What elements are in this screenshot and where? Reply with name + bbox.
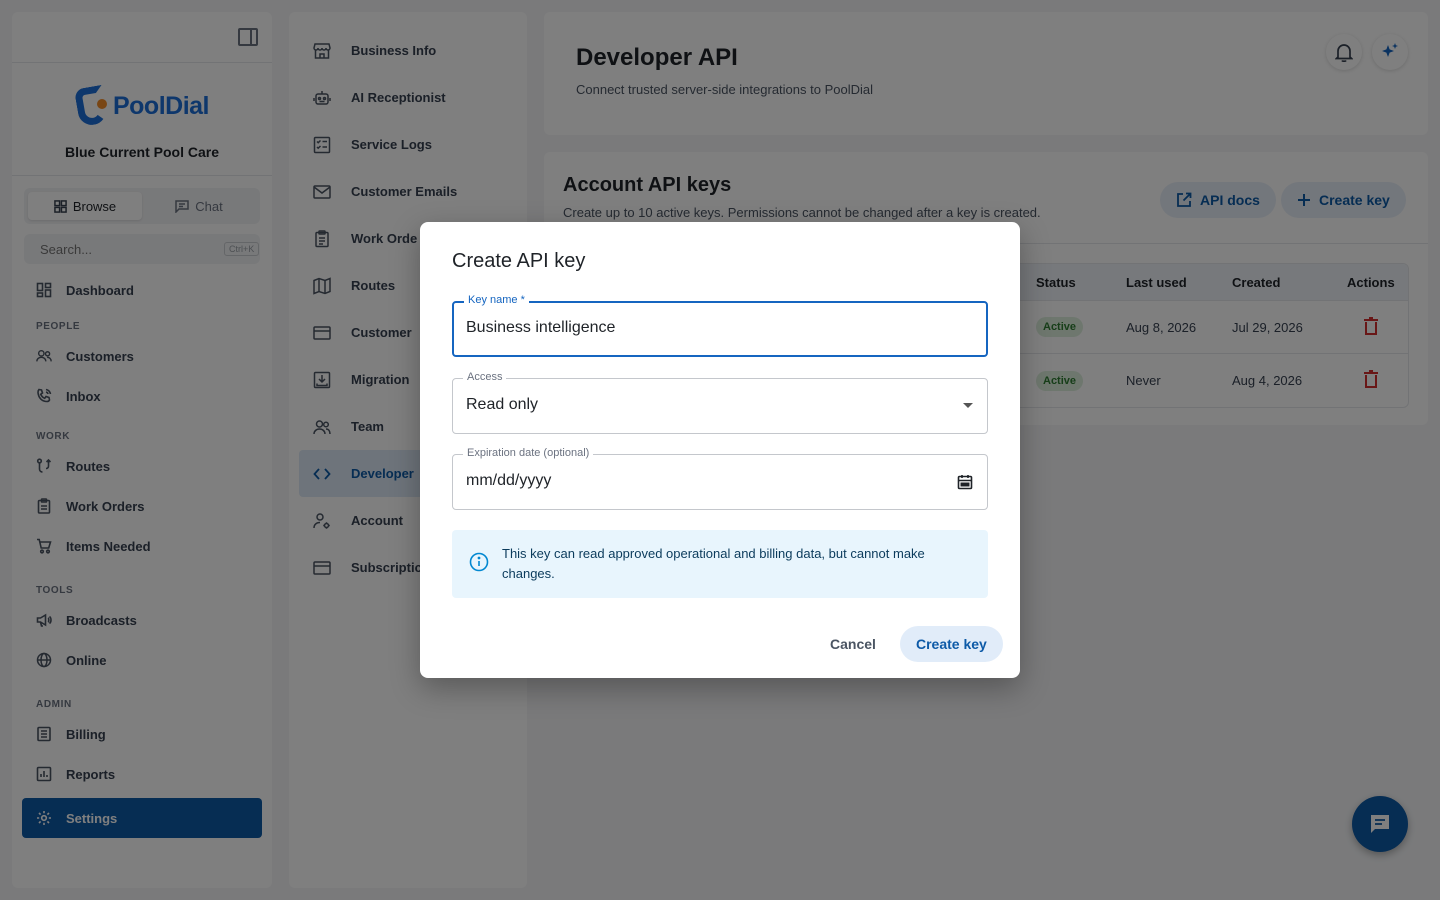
key-name-field: Key name * — [452, 294, 988, 357]
key-name-input[interactable] — [466, 319, 946, 337]
info-text: This key can read approved operational a… — [502, 546, 925, 581]
access-label: Access — [463, 371, 507, 383]
key-name-label: Key name * — [464, 294, 529, 306]
create-api-key-dialog: Create API key Key name * Access Read on… — [420, 222, 1020, 678]
expiration-label: Expiration date (optional) — [463, 447, 594, 459]
cancel-button[interactable]: Cancel — [814, 626, 892, 662]
access-field[interactable]: Access Read only — [452, 371, 988, 434]
calendar-icon[interactable] — [957, 474, 973, 490]
info-icon — [469, 552, 489, 572]
access-info-alert: This key can read approved operational a… — [452, 530, 988, 598]
dialog-create-key-button[interactable]: Create key — [900, 626, 1003, 662]
expiration-date-input[interactable]: mm/dd/yyyy — [466, 472, 946, 490]
dialog-title: Create API key — [452, 250, 586, 272]
expiration-field[interactable]: Expiration date (optional) mm/dd/yyyy — [452, 447, 988, 510]
access-select-value: Read only — [466, 396, 539, 413]
dropdown-caret-icon — [963, 403, 973, 408]
